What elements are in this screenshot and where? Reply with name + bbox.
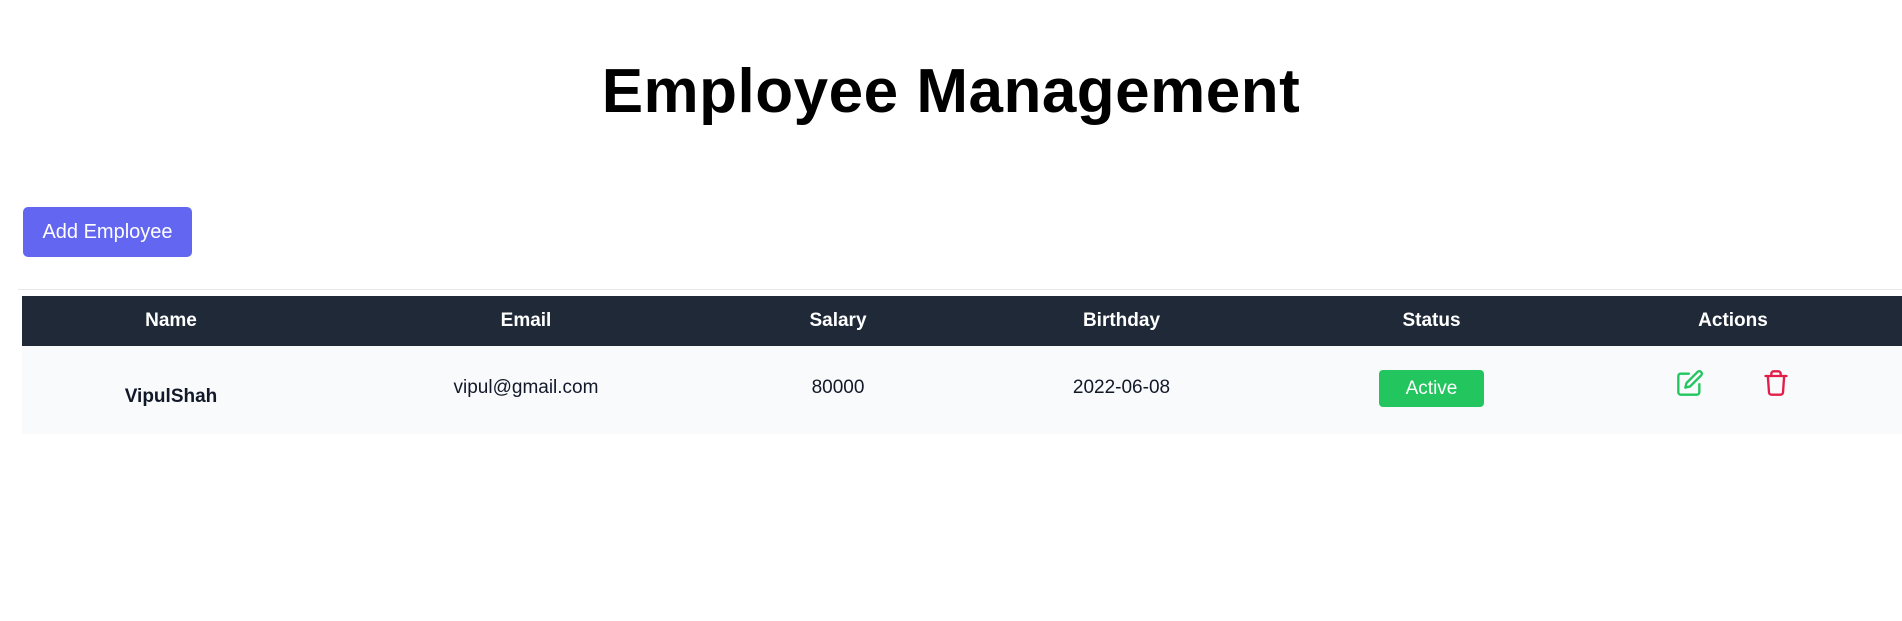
trash-icon bbox=[1764, 370, 1788, 396]
edit-button[interactable] bbox=[1675, 368, 1705, 398]
column-header-salary: Salary bbox=[809, 310, 867, 331]
actions-cell bbox=[1564, 346, 1902, 434]
column-header-birthday: Birthday bbox=[1082, 310, 1161, 331]
add-employee-button[interactable]: Add Employee bbox=[23, 207, 192, 257]
employee-email: vipul@gmail.com bbox=[453, 377, 599, 398]
edit-icon bbox=[1677, 370, 1703, 396]
page-title: Employee Management bbox=[601, 57, 1301, 126]
column-header-actions: Actions bbox=[1698, 310, 1768, 331]
status-badge: Active bbox=[1379, 369, 1484, 407]
row-actions bbox=[1675, 368, 1791, 398]
column-header-email: Email bbox=[500, 310, 552, 331]
employee-table: Name Email Salary Birthday Status Action… bbox=[22, 296, 1902, 434]
column-header-name: Name bbox=[145, 310, 197, 331]
table-header-row: Name Email Salary Birthday Status Action… bbox=[22, 296, 1902, 346]
table-row: VipulShah vipul@gmail.com 80000 2022-06-… bbox=[22, 346, 1902, 434]
employee-salary: 80000 bbox=[811, 377, 865, 398]
employee-birthday: 2022-06-08 bbox=[1072, 377, 1171, 398]
delete-button[interactable] bbox=[1761, 368, 1791, 398]
status-cell: Active bbox=[1299, 346, 1564, 434]
divider bbox=[18, 289, 1902, 290]
employee-name: VipulShah bbox=[124, 386, 218, 407]
employee-table-container: Name Email Salary Birthday Status Action… bbox=[22, 296, 1902, 434]
column-header-status: Status bbox=[1402, 310, 1461, 331]
